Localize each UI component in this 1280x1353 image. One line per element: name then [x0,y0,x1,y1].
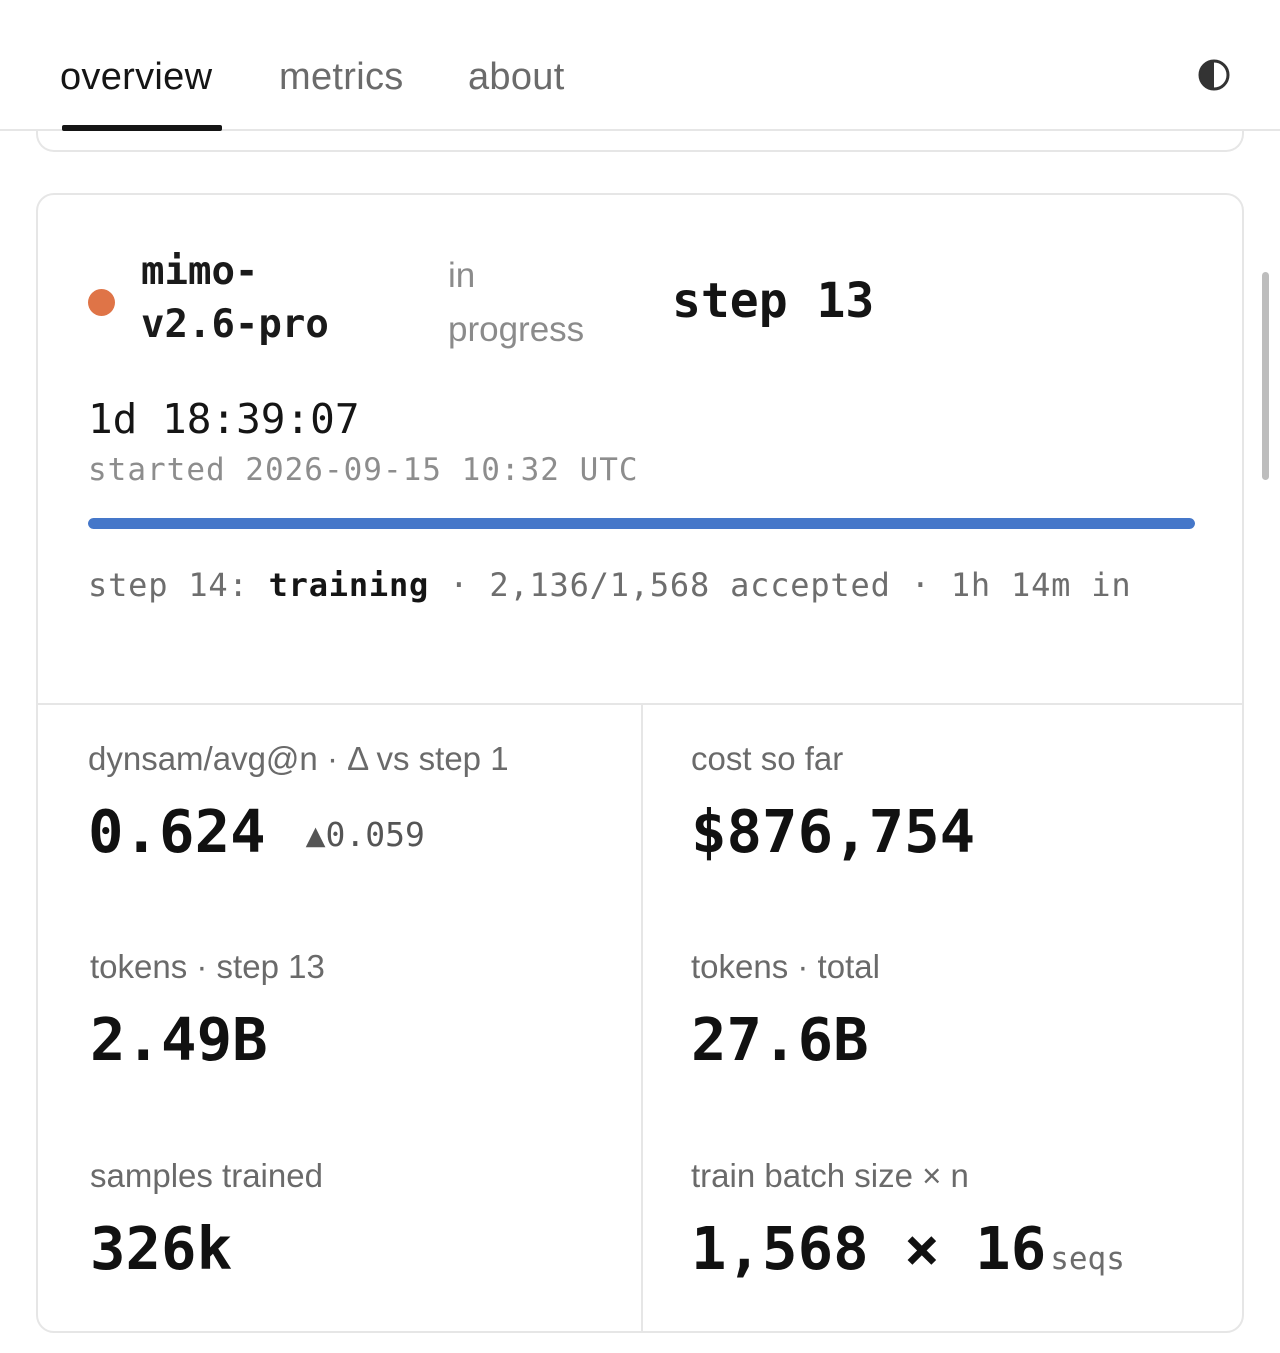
run-name-line: mimo- [141,249,259,294]
metric-label: dynsam/avg@n · Δ vs step 1 [88,740,509,777]
metric-value: $876,754 [691,797,976,866]
run-step: step 13 [672,273,875,329]
tab-about[interactable]: about [468,54,565,100]
metric-value: 27.6B [691,1005,869,1074]
half-circle-contrast-icon [1198,59,1230,91]
metric-tokens-step: tokens · step 13 2.49B [90,946,630,1073]
metric-samples-trained: samples trained 326k [90,1155,630,1282]
metric-tokens-total: tokens · total 27.6B [691,946,1231,1073]
metric-value-text: 1,568 × 16 [691,1214,1047,1283]
metric-value: 0.624 ▲0.059 [88,799,628,868]
metric-delta: ▲0.059 [305,815,425,854]
run-status-line: in [448,256,476,295]
tab-overview[interactable]: overview [60,54,212,100]
current-step-prefix: step 14: [88,566,269,604]
run-name: mimo- v2.6-pro [141,245,329,351]
metric-batch-size: train batch size × n 1,568 × 16 seqs [691,1155,1231,1292]
current-step-phase: training [268,566,430,604]
metric-label: train batch size × n [691,1157,969,1194]
divider [641,703,643,1331]
tab-metrics[interactable]: metrics [279,54,404,100]
started-timestamp: started 2026-09-15 10:32 UTC [88,452,639,488]
metric-value-text: 0.624 [88,797,266,866]
run-status-line: progress [448,310,585,349]
metric-label: tokens · step 13 [90,948,325,985]
current-step-details: · 2,136/1,568 accepted · 1h 14m in [429,566,1132,604]
scrollbar-thumb[interactable] [1262,272,1269,480]
run-name-line: v2.6-pro [141,302,329,347]
progress-bar-fill [88,518,1195,529]
metric-value: 326k [90,1214,233,1283]
elapsed-time: 1d 18:39:07 [88,395,360,443]
metric-value: 1,568 × 16 seqs [691,1216,1231,1292]
progress-bar [88,518,1195,529]
active-tab-indicator [62,125,222,131]
status-dot [88,289,115,316]
current-step-status: step 14: training · 2,136/1,568 accepted… [88,560,1188,611]
metric-label: cost so far [691,740,844,777]
metric-score: dynsam/avg@n · Δ vs step 1 0.624 ▲0.059 [88,738,628,868]
top-nav: overview metrics about [0,0,1280,131]
metric-value: 2.49B [90,1005,268,1074]
run-status: in progress [448,249,584,357]
metric-label: samples trained [90,1157,323,1194]
metric-label: tokens · total [691,948,880,985]
theme-toggle-button[interactable] [1197,58,1231,92]
run-card: mimo- v2.6-pro in progress step 13 1d 18… [36,193,1244,1333]
metric-unit: seqs [1050,1241,1125,1277]
metric-cost: cost so far $876,754 [691,738,1231,865]
